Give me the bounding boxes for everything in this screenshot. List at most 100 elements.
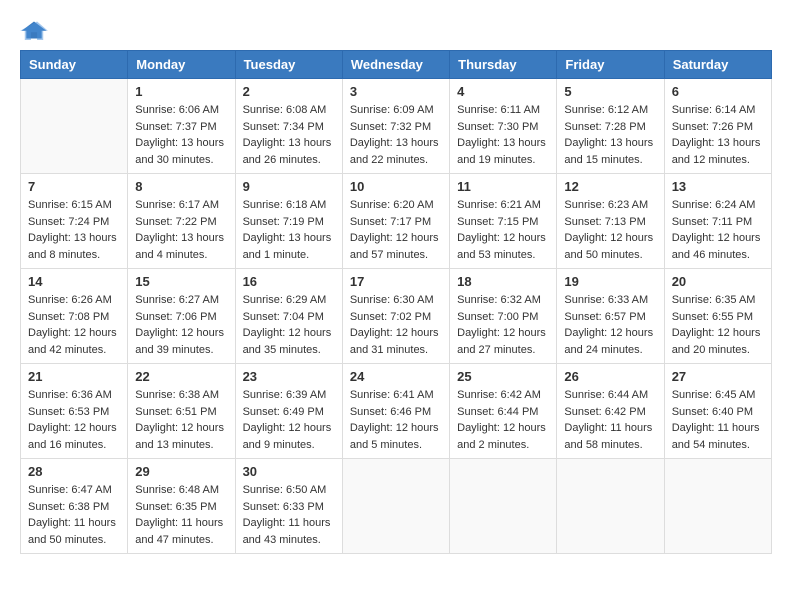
calendar-week-row: 28Sunrise: 6:47 AMSunset: 6:38 PMDayligh… <box>21 459 772 554</box>
daylight-hours: Daylight: 12 hours <box>135 325 227 342</box>
calendar-cell: 3 Sunrise: 6:09 AMSunset: 7:32 PMDaylight… <box>342 79 449 174</box>
day-number: 1 <box>135 84 227 99</box>
calendar-cell: 24Sunrise: 6:41 AMSunset: 6:46 PMDayligh… <box>342 364 449 459</box>
sunrise-time: Sunrise: 6:32 AM <box>457 292 549 309</box>
sunrise-time: Sunrise: 6:18 AM <box>243 197 335 214</box>
sunrise-time: Sunrise: 6:15 AM <box>28 197 120 214</box>
daylight-hours: Daylight: 12 hours <box>28 420 120 437</box>
header-friday: Friday <box>557 51 664 79</box>
day-info: Sunrise: 6:09 AMSunset: 7:32 PMDaylight:… <box>350 102 442 168</box>
sunset-time: Sunset: 7:11 PM <box>672 214 764 231</box>
daylight-minutes: and 30 minutes. <box>135 152 227 169</box>
calendar-cell: 1Sunrise: 6:06 AMSunset: 7:37 PMDaylight… <box>128 79 235 174</box>
day-info: Sunrise: 6:20 AMSunset: 7:17 PMDaylight:… <box>350 197 442 263</box>
header-sunday: Sunday <box>21 51 128 79</box>
sunrise-time: Sunrise: 6:27 AM <box>135 292 227 309</box>
day-info: Sunrise: 6:12 AMSunset: 7:28 PMDaylight:… <box>564 102 656 168</box>
sunset-time: Sunset: 7:00 PM <box>457 309 549 326</box>
day-number: 30 <box>243 464 335 479</box>
daylight-hours: Daylight: 12 hours <box>243 325 335 342</box>
daylight-hours: Daylight: 11 hours <box>243 515 335 532</box>
daylight-minutes: and 53 minutes. <box>457 247 549 264</box>
daylight-hours: Daylight: 12 hours <box>672 230 764 247</box>
day-info: Sunrise: 6:39 AMSunset: 6:49 PMDaylight:… <box>243 387 335 453</box>
calendar-body: 1Sunrise: 6:06 AMSunset: 7:37 PMDaylight… <box>21 79 772 554</box>
daylight-minutes: and 9 minutes. <box>243 437 335 454</box>
calendar-cell: 18Sunrise: 6:32 AMSunset: 7:00 PMDayligh… <box>450 269 557 364</box>
daylight-minutes: and 26 minutes. <box>243 152 335 169</box>
calendar-cell: 15Sunrise: 6:27 AMSunset: 7:06 PMDayligh… <box>128 269 235 364</box>
day-info: Sunrise: 6:47 AMSunset: 6:38 PMDaylight:… <box>28 482 120 548</box>
daylight-hours: Daylight: 12 hours <box>564 325 656 342</box>
daylight-hours: Daylight: 12 hours <box>243 420 335 437</box>
sunset-time: Sunset: 6:44 PM <box>457 404 549 421</box>
sunset-time: Sunset: 7:15 PM <box>457 214 549 231</box>
sunset-time: Sunset: 7:04 PM <box>243 309 335 326</box>
calendar-cell: 20Sunrise: 6:35 AMSunset: 6:55 PMDayligh… <box>664 269 771 364</box>
daylight-minutes: and 39 minutes. <box>135 342 227 359</box>
day-info: Sunrise: 6:29 AMSunset: 7:04 PMDaylight:… <box>243 292 335 358</box>
sunrise-time: Sunrise: 6:23 AM <box>564 197 656 214</box>
sunrise-time: Sunrise: 6:29 AM <box>243 292 335 309</box>
day-number: 7 <box>28 179 120 194</box>
daylight-hours: Daylight: 11 hours <box>135 515 227 532</box>
daylight-minutes: and 46 minutes. <box>672 247 764 264</box>
day-number: 3 <box>350 84 442 99</box>
day-number: 17 <box>350 274 442 289</box>
header-tuesday: Tuesday <box>235 51 342 79</box>
sunset-time: Sunset: 7:17 PM <box>350 214 442 231</box>
sunrise-time: Sunrise: 6:47 AM <box>28 482 120 499</box>
sunrise-time: Sunrise: 6:06 AM <box>135 102 227 119</box>
sunset-time: Sunset: 6:57 PM <box>564 309 656 326</box>
day-info: Sunrise: 6:14 AMSunset: 7:26 PMDaylight:… <box>672 102 764 168</box>
daylight-minutes: and 13 minutes. <box>135 437 227 454</box>
sunrise-time: Sunrise: 6:12 AM <box>564 102 656 119</box>
daylight-hours: Daylight: 13 hours <box>672 135 764 152</box>
sunset-time: Sunset: 7:19 PM <box>243 214 335 231</box>
calendar-cell: 22Sunrise: 6:38 AMSunset: 6:51 PMDayligh… <box>128 364 235 459</box>
calendar-header: Sunday Monday Tuesday Wednesday Thursday… <box>21 51 772 79</box>
daylight-minutes: and 58 minutes. <box>564 437 656 454</box>
daylight-hours: Daylight: 11 hours <box>672 420 764 437</box>
daylight-hours: Daylight: 12 hours <box>350 230 442 247</box>
daylight-hours: Daylight: 11 hours <box>28 515 120 532</box>
day-number: 13 <box>672 179 764 194</box>
sunset-time: Sunset: 6:38 PM <box>28 499 120 516</box>
calendar-cell: 21Sunrise: 6:36 AMSunset: 6:53 PMDayligh… <box>21 364 128 459</box>
daylight-hours: Daylight: 12 hours <box>457 230 549 247</box>
daylight-minutes: and 16 minutes. <box>28 437 120 454</box>
sunset-time: Sunset: 7:02 PM <box>350 309 442 326</box>
day-info: Sunrise: 6:42 AMSunset: 6:44 PMDaylight:… <box>457 387 549 453</box>
sunrise-time: Sunrise: 6:11 AM <box>457 102 549 119</box>
daylight-hours: Daylight: 12 hours <box>28 325 120 342</box>
weekday-header-row: Sunday Monday Tuesday Wednesday Thursday… <box>21 51 772 79</box>
day-info: Sunrise: 6:35 AMSunset: 6:55 PMDaylight:… <box>672 292 764 358</box>
day-number: 4 <box>457 84 549 99</box>
sunrise-time: Sunrise: 6:14 AM <box>672 102 764 119</box>
daylight-hours: Daylight: 13 hours <box>135 230 227 247</box>
sunset-time: Sunset: 7:08 PM <box>28 309 120 326</box>
day-number: 8 <box>135 179 227 194</box>
sunrise-time: Sunrise: 6:39 AM <box>243 387 335 404</box>
day-number: 15 <box>135 274 227 289</box>
calendar-cell: 6Sunrise: 6:14 AMSunset: 7:26 PMDaylight… <box>664 79 771 174</box>
daylight-minutes: and 50 minutes. <box>564 247 656 264</box>
daylight-hours: Daylight: 11 hours <box>564 420 656 437</box>
daylight-minutes: and 42 minutes. <box>28 342 120 359</box>
daylight-hours: Daylight: 13 hours <box>135 135 227 152</box>
day-info: Sunrise: 6:41 AMSunset: 6:46 PMDaylight:… <box>350 387 442 453</box>
day-info: Sunrise: 6:24 AMSunset: 7:11 PMDaylight:… <box>672 197 764 263</box>
calendar-cell <box>557 459 664 554</box>
sunset-time: Sunset: 6:46 PM <box>350 404 442 421</box>
daylight-hours: Daylight: 13 hours <box>350 135 442 152</box>
day-info: Sunrise: 6:45 AMSunset: 6:40 PMDaylight:… <box>672 387 764 453</box>
sunrise-time: Sunrise: 6:41 AM <box>350 387 442 404</box>
day-info: Sunrise: 6:17 AMSunset: 7:22 PMDaylight:… <box>135 197 227 263</box>
calendar-cell: 10Sunrise: 6:20 AMSunset: 7:17 PMDayligh… <box>342 174 449 269</box>
calendar-cell: 14Sunrise: 6:26 AMSunset: 7:08 PMDayligh… <box>21 269 128 364</box>
header-saturday: Saturday <box>664 51 771 79</box>
day-number: 27 <box>672 369 764 384</box>
day-number: 12 <box>564 179 656 194</box>
daylight-minutes: and 35 minutes. <box>243 342 335 359</box>
sunset-time: Sunset: 6:33 PM <box>243 499 335 516</box>
